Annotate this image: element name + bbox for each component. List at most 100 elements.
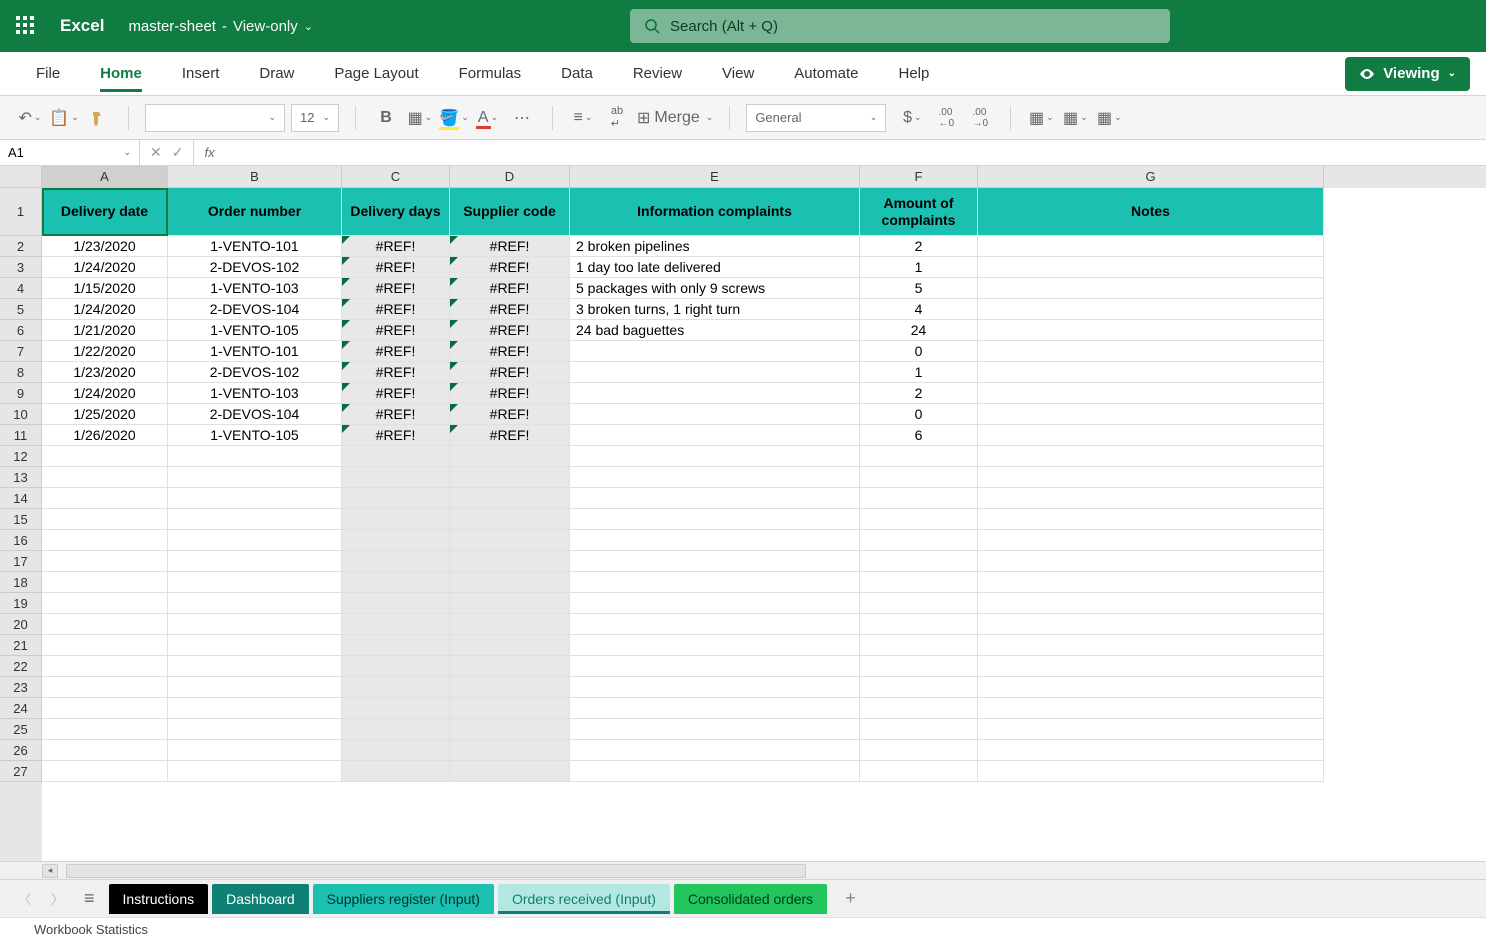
cell[interactable] xyxy=(42,677,168,698)
cell[interactable]: #REF! xyxy=(342,425,450,446)
cell[interactable] xyxy=(342,656,450,677)
cell[interactable] xyxy=(450,551,570,572)
cell[interactable] xyxy=(570,488,860,509)
cell[interactable]: 2 xyxy=(860,236,978,257)
cell[interactable]: #REF! xyxy=(342,299,450,320)
cell[interactable] xyxy=(570,698,860,719)
column-header-E[interactable]: E xyxy=(570,166,860,188)
number-format-select[interactable]: General⌄ xyxy=(746,104,886,132)
column-header-G[interactable]: G xyxy=(978,166,1324,188)
row-header-12[interactable]: 12 xyxy=(0,446,42,467)
cell[interactable]: 5 xyxy=(860,278,978,299)
row-header-22[interactable]: 22 xyxy=(0,656,42,677)
name-box[interactable]: A1 ⌄ xyxy=(0,140,140,166)
cell[interactable] xyxy=(168,656,342,677)
ribbon-tab-draw[interactable]: Draw xyxy=(239,52,314,96)
cell[interactable]: 2-DEVOS-104 xyxy=(168,299,342,320)
horizontal-scrollbar[interactable]: ◂ xyxy=(0,861,1486,879)
format-painter-button[interactable] xyxy=(84,104,112,132)
cell[interactable]: 1/26/2020 xyxy=(42,425,168,446)
cell[interactable] xyxy=(342,698,450,719)
cell[interactable]: #REF! xyxy=(342,257,450,278)
row-header-5[interactable]: 5 xyxy=(0,299,42,320)
cell[interactable] xyxy=(342,467,450,488)
cell[interactable] xyxy=(570,635,860,656)
font-size-select[interactable]: 12⌄ xyxy=(291,104,339,132)
row-header-2[interactable]: 2 xyxy=(0,236,42,257)
cell[interactable] xyxy=(860,467,978,488)
cell[interactable] xyxy=(570,761,860,782)
row-header-7[interactable]: 7 xyxy=(0,341,42,362)
cell[interactable] xyxy=(342,677,450,698)
column-header-F[interactable]: F xyxy=(860,166,978,188)
cell[interactable]: 2 broken pipelines xyxy=(570,236,860,257)
cell[interactable] xyxy=(168,488,342,509)
cell[interactable]: Delivery date xyxy=(42,188,168,236)
cell[interactable] xyxy=(168,719,342,740)
cell[interactable] xyxy=(860,698,978,719)
cell[interactable] xyxy=(450,446,570,467)
conditional-format-button[interactable]: ▦⌄ xyxy=(1027,104,1055,132)
cell[interactable] xyxy=(978,362,1324,383)
formula-input[interactable] xyxy=(225,140,1486,166)
cell[interactable]: Amount of complaints xyxy=(860,188,978,236)
cell[interactable] xyxy=(450,698,570,719)
cell[interactable] xyxy=(168,761,342,782)
cell[interactable] xyxy=(570,467,860,488)
cell[interactable] xyxy=(978,467,1324,488)
cell[interactable] xyxy=(860,761,978,782)
cell[interactable] xyxy=(860,488,978,509)
cell[interactable] xyxy=(450,635,570,656)
row-header-24[interactable]: 24 xyxy=(0,698,42,719)
workbook-stats-button[interactable]: Workbook Statistics xyxy=(34,922,148,937)
cell[interactable] xyxy=(570,383,860,404)
cell[interactable]: #REF! xyxy=(342,320,450,341)
ribbon-tab-view[interactable]: View xyxy=(702,52,774,96)
ribbon-tab-automate[interactable]: Automate xyxy=(774,52,878,96)
select-all-corner[interactable] xyxy=(0,166,42,188)
row-header-14[interactable]: 14 xyxy=(0,488,42,509)
row-header-27[interactable]: 27 xyxy=(0,761,42,782)
sheet-tab-suppliers-register-input-[interactable]: Suppliers register (Input) xyxy=(313,884,494,914)
cell[interactable]: Delivery days xyxy=(342,188,450,236)
cell[interactable] xyxy=(42,488,168,509)
cell[interactable] xyxy=(450,740,570,761)
cell[interactable] xyxy=(42,656,168,677)
more-formatting-button[interactable]: ⋯ xyxy=(508,104,536,132)
cell[interactable] xyxy=(570,341,860,362)
decrease-decimal-button[interactable]: .00→0 xyxy=(966,104,994,132)
cell[interactable] xyxy=(450,572,570,593)
cell[interactable] xyxy=(860,551,978,572)
cell[interactable]: Notes xyxy=(978,188,1324,236)
cell[interactable]: 1/23/2020 xyxy=(42,236,168,257)
cell[interactable] xyxy=(450,719,570,740)
cell[interactable] xyxy=(42,698,168,719)
cell[interactable] xyxy=(978,404,1324,425)
cell[interactable] xyxy=(860,593,978,614)
cell[interactable]: #REF! xyxy=(342,362,450,383)
cell[interactable] xyxy=(978,425,1324,446)
spreadsheet-grid[interactable]: ABCDEFG 12345678910111213141516171819202… xyxy=(0,166,1486,861)
cell[interactable]: #REF! xyxy=(342,404,450,425)
row-header-21[interactable]: 21 xyxy=(0,635,42,656)
accept-formula-icon[interactable]: ✓ xyxy=(172,144,184,161)
row-header-10[interactable]: 10 xyxy=(0,404,42,425)
cell[interactable] xyxy=(570,404,860,425)
viewing-mode-button[interactable]: Viewing ⌄ xyxy=(1345,57,1470,91)
cell[interactable] xyxy=(42,530,168,551)
cell[interactable] xyxy=(978,677,1324,698)
cell[interactable] xyxy=(168,446,342,467)
column-header-D[interactable]: D xyxy=(450,166,570,188)
cell[interactable] xyxy=(570,593,860,614)
cell[interactable] xyxy=(978,614,1324,635)
cell[interactable]: #REF! xyxy=(450,404,570,425)
cell[interactable] xyxy=(570,446,860,467)
cell[interactable] xyxy=(168,635,342,656)
cell[interactable]: 1-VENTO-105 xyxy=(168,320,342,341)
cell[interactable] xyxy=(978,761,1324,782)
cell[interactable] xyxy=(570,614,860,635)
cell[interactable] xyxy=(168,509,342,530)
scroll-left-icon[interactable]: ◂ xyxy=(42,864,58,878)
cell[interactable] xyxy=(42,635,168,656)
cell[interactable] xyxy=(570,362,860,383)
